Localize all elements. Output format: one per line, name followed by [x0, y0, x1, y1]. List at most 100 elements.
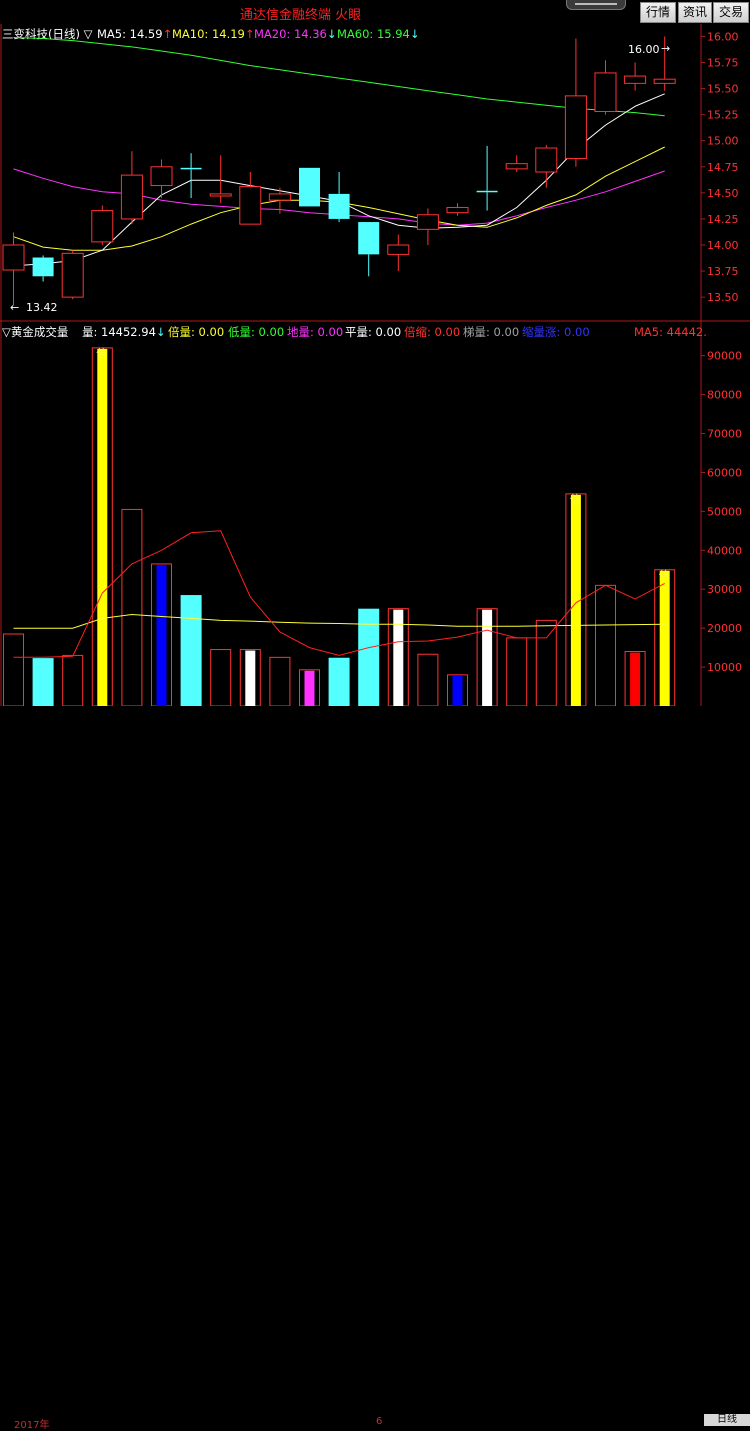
volume-bar-hollow [210, 649, 232, 706]
candlestick [564, 38, 587, 167]
candle-body-up [91, 210, 114, 243]
price-tick-label: 14.25 [707, 213, 739, 226]
volume-axis: 90000 80000 70000 60000 50000 40000 30000 20000… [701, 350, 742, 674]
low-price-label: 13.42 [26, 301, 58, 314]
candlestick [180, 153, 202, 199]
candlestick [505, 155, 528, 172]
vol-legend-value: 倍缩: 0.00 [404, 325, 460, 339]
trend-arrow-icon: ↓ [327, 27, 337, 41]
candlestick [624, 62, 647, 91]
candle-body-up [535, 147, 558, 173]
quote-button[interactable]: 行情 [640, 2, 676, 23]
candle-body-down [299, 167, 320, 207]
volume-bar [535, 619, 557, 706]
ma-legend-value: MA10: 14.19 [172, 27, 245, 41]
trend-arrow-icon: ↓ [156, 325, 166, 339]
volume-bar [417, 653, 439, 706]
trend-arrow-icon: ↓ [410, 27, 420, 41]
volume-bar-fill [630, 652, 641, 706]
month-label: 6 [376, 1416, 383, 1427]
vol-legend-value: 梯量: 0.00 [463, 325, 519, 339]
price-tick-label: 14.75 [707, 161, 739, 174]
vol-ma5-label: MA5: 44442. [634, 325, 707, 339]
low-annotation: ← 13.42 [10, 301, 58, 314]
price-tick-label: 14.50 [707, 187, 739, 200]
period-selector[interactable]: 日线 [704, 1414, 750, 1426]
candlestick [150, 159, 173, 199]
volume-bar-hollow [62, 654, 84, 706]
vol-legend-flat: 平量: 0.00 [345, 325, 401, 339]
volume-bar [269, 656, 291, 706]
volume-bar-fill [659, 570, 670, 706]
candle-body-up [239, 186, 262, 225]
candle-body-down [180, 167, 202, 170]
volume-tick-label: 30000 [707, 583, 742, 596]
candlestick [32, 255, 54, 282]
volume-bars: 倍倍倍 [3, 346, 676, 706]
price-tick-label: 16.00 [707, 30, 739, 43]
volume-bar [387, 608, 409, 706]
info-button[interactable]: 资讯 [678, 2, 712, 23]
price-tick-label: 15.25 [707, 109, 739, 122]
volume-bar [239, 649, 261, 706]
volume-bar [151, 563, 172, 706]
candlestick [61, 250, 84, 300]
volume-bar [32, 658, 54, 706]
year-label: 2017年 [14, 1420, 50, 1431]
candle-body-up [120, 174, 143, 220]
price-tick-label: 13.50 [707, 291, 739, 304]
volume-bar [3, 633, 24, 706]
volume-bar-solid [32, 658, 54, 706]
volume-tick-label: 60000 [707, 466, 742, 479]
volume-legend: ▽黄金成交量 量: 14452.94↓ 倍量: 0.00 低量: 0.00 地量… [2, 325, 707, 339]
vol-legend-double: 倍量: 0.00 [168, 325, 224, 339]
vol-legend-value: 缩量涨: 0.00 [522, 325, 590, 339]
candlestick [209, 155, 232, 204]
vol-legend-value: 量: 14452.94 [82, 325, 156, 339]
ma60-legend: MA60: 15.94↓ [337, 27, 420, 41]
candlestick [2, 232, 25, 306]
double-volume-marker: 倍 [96, 346, 107, 360]
stock-chart[interactable]: 三变科技(日线) ▽ MA5: 14.59↑ MA10: 14.19↑ MA20… [0, 24, 750, 706]
vol-legend-shrink: 倍缩: 0.00 [404, 325, 460, 339]
price-axis: 16.00 15.75 15.50 15.25 15.00 14.75 14.50 14.25… [701, 30, 739, 304]
volume-bar-hollow [535, 619, 557, 706]
candle-body-up [505, 163, 528, 170]
volume-bar [180, 595, 202, 706]
vol-legend-value: 倍量: 0.00 [168, 325, 224, 339]
candle-body-up [61, 252, 84, 298]
candlestick [387, 234, 410, 272]
candle-body-up [446, 206, 469, 214]
double-volume-marker: 倍 [570, 492, 581, 506]
candle-body-up [150, 166, 173, 187]
volume-bar [299, 669, 320, 706]
candlestick [416, 208, 439, 245]
high-price-label: 16.00 [628, 43, 660, 56]
vol-legend-volume: 量: 14452.94↓ [82, 325, 166, 339]
volume-bar [476, 608, 498, 706]
trend-arrow-icon: ↑ [163, 27, 173, 41]
volume-bar [447, 674, 468, 706]
ma5-legend: MA5: 14.59↑ [97, 27, 172, 41]
volume-bar [210, 649, 232, 706]
candle-body-down [32, 257, 54, 277]
volume-tick-label: 40000 [707, 544, 742, 557]
candlestick [594, 60, 617, 115]
candlestick [328, 172, 350, 223]
vol-legend-step: 梯量: 0.00 [463, 325, 519, 339]
candlestick [476, 145, 498, 211]
volume-ma20-line [13, 613, 665, 629]
ma-legend-value: MA20: 14.36 [254, 27, 327, 41]
price-tick-label: 13.75 [707, 265, 739, 278]
volume-bar-fill [452, 675, 463, 706]
volume-bar [328, 657, 350, 706]
price-tick-label: 15.50 [707, 83, 739, 96]
window-drag-handle[interactable] [566, 0, 626, 10]
vol-legend-value: 低量: 0.00 [228, 325, 284, 339]
volume-bar [506, 637, 528, 706]
candle-body-up [416, 214, 439, 230]
trade-button[interactable]: 交易 [713, 2, 749, 23]
volume-tick-label: 10000 [707, 661, 742, 674]
candlestick [239, 172, 262, 225]
ma-legend-value: MA5: 14.59 [97, 27, 163, 41]
